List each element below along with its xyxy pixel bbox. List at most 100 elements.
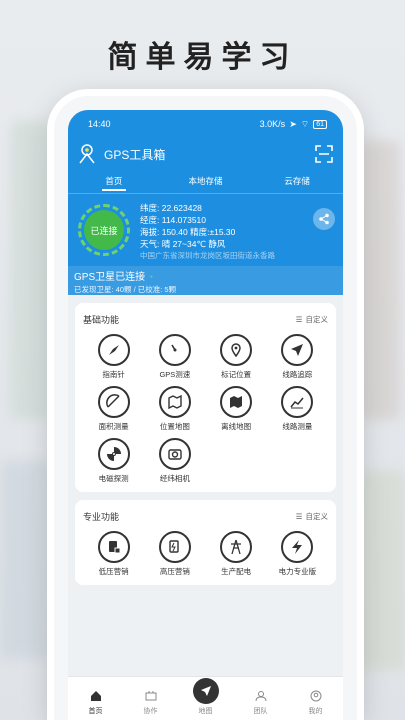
gps-status-detail: 已发现卫星: 40颗 / 已校准: 5颗 <box>74 285 177 294</box>
protractor-icon <box>97 386 130 418</box>
status-time: 14:40 <box>88 119 111 129</box>
phone-frame: 14:40 3.0K/s ➤ ⌔ 61 GPS工具箱 首页 本地存储 云存储 已… <box>54 96 357 720</box>
tab-local-storage[interactable]: 本地存储 <box>160 170 252 193</box>
function-area-measure[interactable]: 面积测量 <box>83 386 144 432</box>
app-bar: GPS工具箱 <box>68 138 343 170</box>
app-title: GPS工具箱 <box>104 147 166 162</box>
function-label: 面积测量 <box>98 422 129 431</box>
main-tabs: 首页 本地存储 云存储 <box>68 170 343 193</box>
pro-functions-card: 专业功能 ☰ 自定义 低压营销 高压营销 生产配电 电力专业版 <box>75 500 336 585</box>
home-icon <box>89 689 103 703</box>
function-distribution[interactable]: 生产配电 <box>206 531 267 577</box>
function-em-detect[interactable]: 电磁探测 <box>83 438 144 484</box>
nav-label: 首页 <box>88 708 103 715</box>
app-header: 14:40 3.0K/s ➤ ⌔ 61 GPS工具箱 首页 本地存储 云存储 <box>68 110 343 193</box>
function-route-tracking[interactable]: 线路追踪 <box>267 334 328 380</box>
bottom-navigation: 首页 协作 地图 团队 我的 <box>68 676 343 720</box>
nav-label: 地图 <box>198 708 213 715</box>
battery-icon: 61 <box>313 119 327 129</box>
altitude-accuracy-text: 海拔: 150.40 精度:±15.30 <box>140 227 236 237</box>
function-gps-speed[interactable]: GPS测速 <box>144 334 205 380</box>
pro-customize-button[interactable]: ☰ 自定义 <box>296 511 328 522</box>
function-location-map[interactable]: 位置地图 <box>144 386 205 432</box>
function-label: 高压营销 <box>159 567 190 576</box>
basic-functions-card: 基础功能 ☰ 自定义 指南针 GPS测速 标记位置 线路追踪 面积测量 位置地图 … <box>75 303 336 492</box>
camera-icon <box>158 438 191 470</box>
tab-home[interactable]: 首页 <box>68 170 160 193</box>
offline-map-icon <box>220 386 253 418</box>
latitude-text: 纬度: 22.623428 <box>140 203 202 213</box>
function-label: 电力专业版 <box>278 567 317 576</box>
nav-mine[interactable]: 我的 <box>288 689 343 716</box>
function-label: 电磁探测 <box>98 474 129 483</box>
navigation-arrow-icon <box>281 334 314 366</box>
function-label: 生产配电 <box>221 567 252 576</box>
chart-line-icon <box>281 386 314 418</box>
sliders-icon: ☰ <box>295 512 303 521</box>
function-power-pro[interactable]: 电力专业版 <box>267 531 328 577</box>
address-text: 中国广东省深圳市龙岗区坂田街道永香路 <box>140 251 275 260</box>
tab-cloud-storage[interactable]: 云存储 <box>251 170 343 193</box>
function-label: 指南针 <box>102 370 125 379</box>
weather-text: 天气: 晴 27~34℃ 静风 <box>140 239 226 249</box>
basic-functions-title: 基础功能 <box>83 315 120 325</box>
profile-icon <box>309 689 323 703</box>
compass-icon <box>97 334 130 366</box>
nav-home[interactable]: 首页 <box>68 689 123 716</box>
function-label: 线路追踪 <box>282 370 313 379</box>
status-bar: 14:40 3.0K/s ➤ ⌔ 61 <box>68 110 343 138</box>
basic-customize-button[interactable]: ☰ 自定义 <box>296 314 328 325</box>
nav-map[interactable]: 地图 <box>178 678 233 716</box>
function-label: 位置地图 <box>159 422 190 431</box>
nav-label: 协作 <box>143 708 158 715</box>
customize-label: 自定义 <box>305 315 329 324</box>
location-panel: 已连接 纬度: 22.623428 经度: 114.073510 海拔: 150… <box>68 193 343 296</box>
longitude-text: 经度: 114.073510 <box>140 215 206 225</box>
nav-collaborate[interactable]: 协作 <box>123 689 178 716</box>
connection-label: 已连接 <box>84 210 124 250</box>
signal-icon: ◔ <box>147 272 154 282</box>
location-status-icon: ➤ <box>289 118 297 129</box>
promo-headline: 简单易学习 <box>107 41 298 74</box>
app-screen: 14:40 3.0K/s ➤ ⌔ 61 GPS工具箱 首页 本地存储 云存储 已… <box>68 110 343 720</box>
nav-label: 我的 <box>308 708 323 715</box>
function-label: 线路测量 <box>282 422 313 431</box>
function-offline-map[interactable]: 离线地图 <box>206 386 267 432</box>
function-geo-camera[interactable]: 经纬相机 <box>144 438 205 484</box>
connection-indicator[interactable]: 已连接 <box>78 204 130 256</box>
map-navigation-icon <box>192 678 219 704</box>
gps-status-bar: GPS卫星已连接 ◔ 已发现卫星: 40颗 / 已校准: 5颗 <box>68 266 343 296</box>
high-voltage-meter-icon <box>158 531 191 563</box>
function-label: GPS测速 <box>159 370 191 379</box>
function-compass[interactable]: 指南针 <box>83 334 144 380</box>
function-label: 离线地图 <box>221 422 252 431</box>
speedometer-icon <box>158 334 191 366</box>
function-mark-location[interactable]: 标记位置 <box>206 334 267 380</box>
function-low-voltage[interactable]: 低压营销 <box>83 531 144 577</box>
map-pin-icon <box>220 334 253 366</box>
sliders-icon: ☰ <box>295 315 303 324</box>
nav-team[interactable]: 团队 <box>233 689 288 716</box>
map-icon <box>158 386 191 418</box>
coordinates-block: 纬度: 22.623428 经度: 114.073510 海拔: 150.40 … <box>140 202 275 262</box>
customize-label: 自定义 <box>305 512 329 521</box>
function-label: 标记位置 <box>221 370 252 379</box>
team-icon <box>254 689 268 703</box>
gps-status-title: GPS卫星已连接 <box>74 272 146 283</box>
low-voltage-meter-icon <box>97 531 130 563</box>
disc-icon <box>97 438 130 470</box>
lightning-icon <box>281 531 314 563</box>
power-tower-icon <box>220 531 253 563</box>
function-label: 低压营销 <box>98 567 129 576</box>
function-high-voltage[interactable]: 高压营销 <box>144 531 205 577</box>
app-logo-icon <box>78 144 96 164</box>
wifi-icon: ⌔ <box>300 118 310 129</box>
function-label: 经纬相机 <box>159 474 190 483</box>
pro-functions-title: 专业功能 <box>83 512 120 522</box>
share-icon[interactable] <box>313 208 335 230</box>
nav-label: 团队 <box>253 708 268 715</box>
function-route-measure[interactable]: 线路测量 <box>267 386 328 432</box>
scan-icon[interactable] <box>315 145 333 163</box>
collaborate-icon <box>144 689 158 703</box>
network-speed: 3.0K/s <box>259 119 286 129</box>
